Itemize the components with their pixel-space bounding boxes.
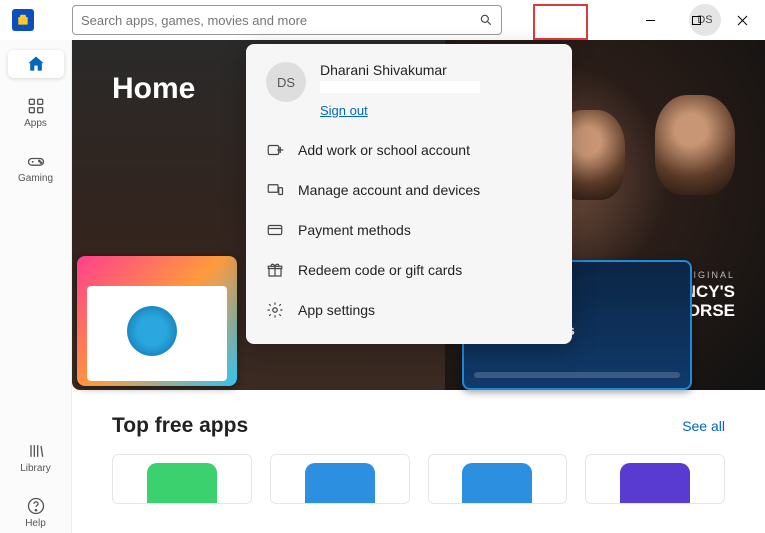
flyout-item-redeem[interactable]: Redeem code or gift cards: [246, 250, 572, 290]
sidebar-item-label: Library: [20, 463, 51, 474]
featured-tile-app[interactable]: [77, 256, 237, 386]
flyout-user-name: Dharani Shivakumar: [320, 62, 480, 78]
profile-flyout: DS Dharani Shivakumar Sign out Add work …: [246, 44, 572, 344]
sidebar-item-gaming[interactable]: Gaming: [8, 147, 64, 188]
sidebar-item-library[interactable]: Library: [8, 437, 64, 478]
app-card[interactable]: [585, 454, 725, 504]
search-box[interactable]: [72, 5, 502, 35]
window-minimize-button[interactable]: [627, 0, 673, 40]
window-close-button[interactable]: [719, 0, 765, 40]
section-heading-top-free-apps: Top free apps: [112, 414, 248, 438]
sidebar-item-help[interactable]: Help: [8, 492, 64, 533]
window-maximize-button[interactable]: [673, 0, 719, 40]
app-card[interactable]: [112, 454, 252, 504]
flyout-item-label: App settings: [298, 302, 375, 318]
search-input[interactable]: [81, 13, 479, 28]
flyout-item-manage-account[interactable]: Manage account and devices: [246, 170, 572, 210]
flyout-item-label: Manage account and devices: [298, 182, 480, 198]
see-all-link[interactable]: See all: [682, 418, 725, 434]
flyout-avatar: DS: [266, 62, 306, 102]
store-app-icon: [12, 9, 34, 31]
search-icon: [479, 13, 493, 27]
sidebar-item-label: Apps: [24, 118, 47, 129]
flyout-item-label: Redeem code or gift cards: [298, 262, 462, 278]
app-card[interactable]: [270, 454, 410, 504]
app-card[interactable]: [428, 454, 568, 504]
gift-icon: [266, 261, 284, 279]
gear-icon: [266, 301, 284, 319]
sidebar-item-label: Gaming: [18, 173, 53, 184]
sidebar-item-apps[interactable]: Apps: [8, 92, 64, 133]
sidebar: Apps Gaming Library Help: [0, 40, 72, 533]
flyout-item-payment[interactable]: Payment methods: [246, 210, 572, 250]
flyout-item-label: Add work or school account: [298, 142, 470, 158]
sign-out-link[interactable]: Sign out: [320, 103, 368, 118]
flyout-item-settings[interactable]: App settings: [246, 290, 572, 330]
payment-icon: [266, 221, 284, 239]
sidebar-item-label: Help: [25, 518, 46, 529]
page-title: Home: [112, 72, 195, 106]
sidebar-item-home[interactable]: [8, 50, 64, 78]
flyout-item-add-account[interactable]: Add work or school account: [246, 130, 572, 170]
flyout-item-label: Payment methods: [298, 222, 411, 238]
devices-icon: [266, 181, 284, 199]
add-account-icon: [266, 141, 284, 159]
flyout-user-email: [320, 81, 480, 93]
